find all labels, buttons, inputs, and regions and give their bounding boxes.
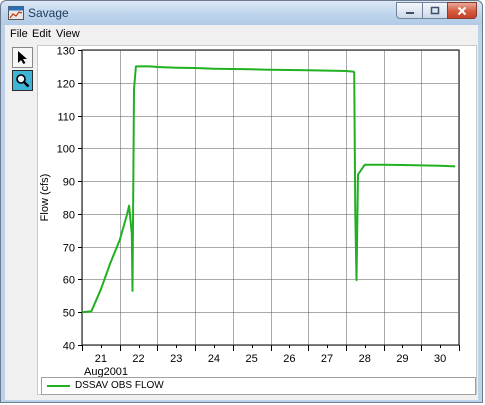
- minimize-icon: [405, 11, 414, 14]
- window-client: File Edit View 40 50 60 70 80 90 100 110 120 130 2…: [5, 25, 478, 400]
- y-tick-label: 80: [63, 210, 75, 222]
- x-tick-label: 25: [246, 353, 258, 365]
- y-axis-label: Flow (cfs): [39, 174, 51, 222]
- y-tick-label: 70: [63, 243, 75, 255]
- y-tick-label: 60: [63, 275, 75, 287]
- menu-bar: File Edit View: [5, 25, 478, 43]
- window-title: Savage: [28, 6, 69, 20]
- zoom-tool-button[interactable]: [12, 70, 33, 91]
- flow-chart: 40 50 60 70 80 90 100 110 120 130 21 22 23 24 25 26 27 28…: [39, 46, 460, 378]
- minimize-button[interactable]: [396, 2, 423, 19]
- menu-file[interactable]: File: [10, 28, 28, 40]
- app-icon: [8, 6, 24, 20]
- maximize-button[interactable]: [422, 2, 448, 19]
- plot-panel: 40 50 60 70 80 90 100 110 120 130 21 22 23 24 25 26 27 28…: [37, 45, 477, 395]
- legend-swatch: [47, 385, 70, 387]
- x-tick-label: 23: [170, 353, 182, 365]
- x-tick-label: 24: [208, 353, 220, 365]
- x-tick-label: 30: [434, 353, 446, 365]
- x-tick-label: 26: [283, 353, 295, 365]
- select-tool-button[interactable]: [12, 47, 33, 68]
- x-tick-label: 21: [95, 353, 107, 365]
- y-tick-label: 40: [63, 341, 75, 353]
- legend-label: DSSAV OBS FLOW: [75, 380, 164, 391]
- maximize-icon: [430, 6, 440, 14]
- x-tick-label: 22: [132, 353, 144, 365]
- y-tick-label: 50: [63, 308, 75, 320]
- y-tick-label: 130: [57, 46, 75, 58]
- y-tick-label: 120: [57, 79, 75, 91]
- x-tick-label: 29: [396, 353, 408, 365]
- x-tick-label: 28: [359, 353, 371, 365]
- menu-view[interactable]: View: [56, 28, 80, 40]
- y-tick-label: 90: [63, 177, 75, 189]
- title-bar[interactable]: Savage: [1, 1, 482, 25]
- close-icon: [457, 6, 467, 15]
- plot-area: [81, 49, 460, 346]
- close-button[interactable]: [447, 2, 477, 19]
- magnifier-icon: [16, 74, 30, 88]
- legend: DSSAV OBS FLOW: [41, 377, 476, 395]
- arrow-pointer-icon: [18, 51, 27, 64]
- x-tick-label: 27: [321, 353, 333, 365]
- y-tick-label: 110: [57, 112, 75, 124]
- menu-edit[interactable]: Edit: [32, 28, 51, 40]
- y-tick-label: 100: [57, 144, 75, 156]
- app-window: Savage File Edit View 40 50 60 70 80 90 …: [0, 0, 483, 403]
